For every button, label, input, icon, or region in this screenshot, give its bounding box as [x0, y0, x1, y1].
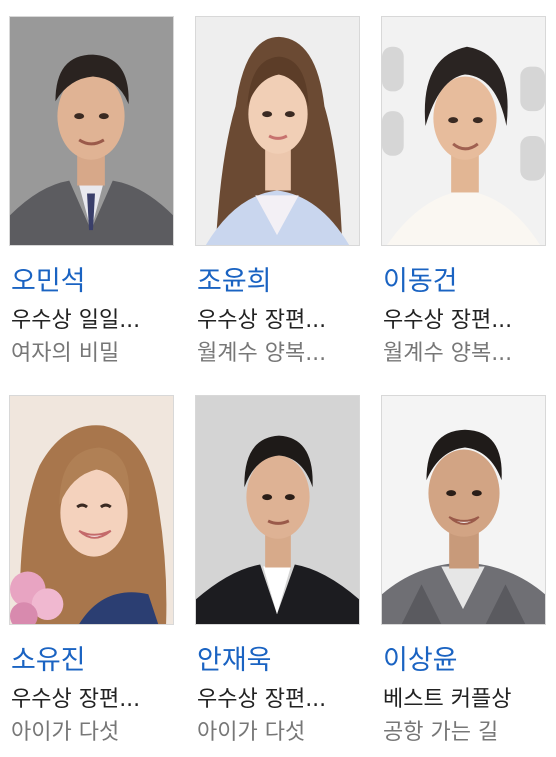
person-award: 우수상 장편... [11, 687, 141, 712]
person-name[interactable]: 안재욱 [197, 643, 272, 679]
person-name[interactable]: 이동건 [383, 264, 458, 300]
person-photo-2[interactable] [195, 16, 360, 246]
person-work: 아이가 다섯 [197, 720, 306, 745]
person-award: 우수상 장편... [197, 687, 327, 712]
person-name[interactable]: 이상윤 [383, 643, 458, 679]
person-work: 월계수 양복... [197, 341, 327, 366]
person-photo-5[interactable] [195, 395, 360, 625]
person-photo-4[interactable] [9, 395, 174, 625]
person-award: 우수상 장편... [383, 308, 513, 333]
person-award: 우수상 일일... [11, 308, 141, 333]
person-photo-3[interactable] [381, 16, 546, 246]
person-work: 월계수 양복... [383, 341, 513, 366]
person-award: 우수상 장편... [197, 308, 327, 333]
person-work: 여자의 비밀 [11, 341, 120, 366]
person-award: 베스트 커플상 [383, 687, 512, 712]
person-work: 공항 가는 길 [383, 720, 499, 745]
person-name[interactable]: 조윤희 [197, 264, 272, 300]
person-photo-1[interactable] [9, 16, 174, 246]
person-name[interactable]: 소유진 [11, 643, 86, 679]
person-name[interactable]: 오민석 [11, 264, 86, 300]
award-winners-grid: 오민석 우수상 일일... 여자의 비밀 조윤희 우수상 장편... 월계수 양… [0, 0, 556, 757]
person-work: 아이가 다섯 [11, 720, 120, 745]
person-photo-6[interactable] [381, 395, 546, 625]
